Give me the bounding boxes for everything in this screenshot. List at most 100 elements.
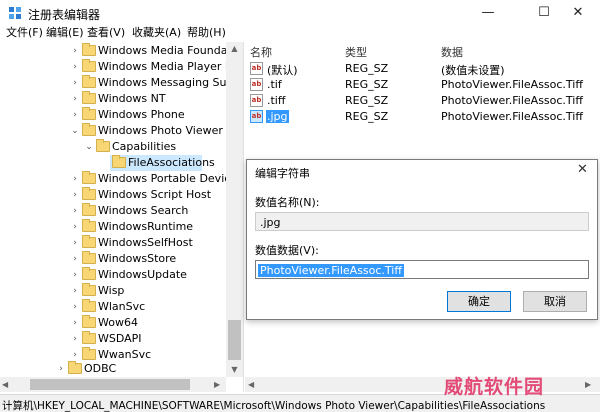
folder-icon	[112, 155, 126, 168]
value-name-field: .jpg	[255, 212, 589, 231]
tree-item-label: WindowsRuntime	[98, 220, 194, 233]
folder-icon	[82, 43, 96, 56]
chevron-right-icon[interactable]: ›	[70, 173, 80, 185]
tree-item-label: WlanSvc	[98, 300, 146, 313]
chevron-right-icon[interactable]: ›	[70, 205, 80, 217]
chevron-right-icon[interactable]: ›	[70, 253, 80, 265]
tree-item[interactable]: › WindowsSelfHost	[0, 235, 226, 251]
column-header-name[interactable]: 名称	[250, 44, 272, 60]
scroll-up-icon[interactable]: ▲	[226, 42, 243, 56]
chevron-right-icon[interactable]: ›	[70, 333, 80, 345]
chevron-right-icon[interactable]: ›	[70, 61, 80, 73]
tree-item-label: WwanSvc	[98, 348, 152, 361]
value-data: PhotoViewer.FileAssoc.Tiff	[441, 78, 583, 91]
chevron-right-icon[interactable]: ›	[70, 349, 80, 361]
value-name-text: .jpg	[260, 216, 281, 229]
tree-item[interactable]: › WindowsRuntime	[0, 219, 226, 235]
tree-item[interactable]: › WindowsStore	[0, 251, 226, 267]
tree-item[interactable]: › WSDAPI	[0, 331, 226, 347]
chevron-right-icon[interactable]: ›	[70, 301, 80, 313]
tree-item[interactable]: › Windows Portable Devices	[0, 171, 243, 187]
menu-favorites[interactable]: 收藏夹(A)	[132, 26, 181, 42]
column-header-type[interactable]: 类型	[345, 44, 367, 60]
value-name: .tif	[267, 78, 282, 91]
chevron-right-icon[interactable]: ›	[70, 285, 80, 297]
folder-icon	[82, 283, 96, 296]
scroll-down-icon[interactable]: ▼	[226, 363, 243, 377]
chevron-right-icon[interactable]: ›	[70, 221, 80, 233]
list-item[interactable]: ab .tif REG_SZ PhotoViewer.FileAssoc.Tif…	[245, 77, 600, 93]
scroll-left-icon[interactable]: ◀	[2, 377, 8, 392]
minimize-button[interactable]: —	[466, 0, 510, 26]
tree-item[interactable]: › Windows Messaging Subsys	[0, 75, 243, 91]
tree-item[interactable]: › Windows Search	[0, 203, 226, 219]
tree-item[interactable]: › WlanSvc	[0, 299, 226, 315]
tree-item-label: Wisp	[98, 284, 125, 297]
close-icon[interactable]: ✕	[577, 162, 588, 177]
tree-item[interactable]: › Wisp	[0, 283, 226, 299]
value-data: PhotoViewer.FileAssoc.Tiff	[441, 110, 583, 123]
tree-item[interactable]: › Windows NT	[0, 91, 226, 107]
tree-item[interactable]: ⌄ Windows Photo Viewer	[0, 123, 226, 139]
value-data-field[interactable]: PhotoViewer.FileAssoc.Tiff	[255, 260, 589, 279]
chevron-down-icon[interactable]: ⌄	[70, 125, 80, 137]
chevron-right-icon[interactable]: ›	[70, 77, 80, 89]
tree-item[interactable]: ⌄ Capabilities	[0, 139, 226, 155]
column-header-data[interactable]: 数据	[441, 44, 463, 60]
tree-item-label: Wow64	[98, 316, 138, 329]
tree-item[interactable]: › Windows Media Foundation	[0, 43, 243, 59]
chevron-right-icon[interactable]: ›	[56, 363, 66, 375]
key-path: 计算机\HKEY_LOCAL_MACHINE\SOFTWARE\Microsof…	[2, 400, 546, 412]
menu-bar: 文件(F) 编辑(E) 查看(V) 收藏夹(A) 帮助(H)	[0, 26, 600, 42]
list-item[interactable]: ab .tiff REG_SZ PhotoViewer.FileAssoc.Ti…	[245, 93, 600, 109]
folder-icon	[82, 315, 96, 328]
folder-icon	[82, 187, 96, 200]
list-item-selected[interactable]: ab .jpg REG_SZ PhotoViewer.FileAssoc.Tif…	[245, 109, 600, 125]
tree-item[interactable]: › Windows Phone	[0, 107, 226, 123]
value-name-label: 数值名称(N):	[255, 196, 320, 209]
tree-item[interactable]: › Windows Script Host	[0, 187, 226, 203]
scroll-thumb[interactable]	[30, 379, 190, 390]
scroll-right-icon[interactable]: ▶	[585, 377, 591, 392]
tree-item[interactable]: › WindowsUpdate	[0, 267, 226, 283]
tree-horizontal-scrollbar[interactable]: ◀ ▶	[0, 377, 226, 392]
chevron-right-icon[interactable]: ›	[70, 269, 80, 281]
chevron-right-icon[interactable]: ›	[70, 45, 80, 57]
tree-item-selected[interactable]: FileAssociations	[0, 155, 226, 171]
chevron-right-icon[interactable]: ›	[70, 109, 80, 121]
scroll-left-icon[interactable]: ◀	[248, 377, 254, 392]
chevron-down-icon[interactable]: ⌄	[84, 141, 94, 153]
value-type: REG_SZ	[345, 62, 389, 75]
tree-item-label: Windows Phone	[98, 108, 185, 121]
menu-help[interactable]: 帮助(H)	[187, 26, 226, 42]
tree-item-label: Capabilities	[112, 140, 177, 153]
chevron-right-icon[interactable]: ›	[70, 317, 80, 329]
tree-item[interactable]: › Windows Media Player NSS	[0, 59, 243, 75]
registry-tree[interactable]: › Windows Media Foundation › Windows Med…	[0, 42, 244, 392]
watermark: 威航软件园	[444, 376, 545, 398]
list-horizontal-scrollbar[interactable]: ◀ ▶	[245, 377, 600, 392]
menu-view[interactable]: 查看(V)	[87, 26, 125, 42]
value-data-text[interactable]: PhotoViewer.FileAssoc.Tiff	[258, 264, 404, 277]
ok-button[interactable]: 确定	[447, 291, 511, 312]
close-button[interactable]: ✕	[556, 0, 600, 26]
scroll-thumb[interactable]	[228, 320, 241, 360]
menu-edit[interactable]: 编辑(E)	[46, 26, 84, 42]
window-title: 注册表编辑器	[28, 8, 101, 22]
folder-icon	[82, 107, 96, 120]
tree-item[interactable]: › ODBC	[0, 361, 226, 377]
list-item[interactable]: ab (默认) REG_SZ (数值未设置)	[245, 61, 600, 77]
folder-icon	[82, 251, 96, 264]
folder-icon	[82, 219, 96, 232]
menu-file[interactable]: 文件(F)	[6, 26, 43, 42]
chevron-right-icon[interactable]: ›	[70, 237, 80, 249]
tree-item-label: Windows Search	[98, 204, 189, 217]
cancel-button[interactable]: 取消	[523, 291, 587, 312]
tree-item-label: Windows Media Player NSS	[98, 60, 244, 73]
scroll-right-icon[interactable]: ▶	[214, 377, 220, 392]
tree-item[interactable]: › Wow64	[0, 315, 226, 331]
chevron-right-icon[interactable]: ›	[70, 93, 80, 105]
folder-icon	[82, 299, 96, 312]
chevron-right-icon[interactable]: ›	[70, 189, 80, 201]
tree-vertical-scrollbar[interactable]: ▲ ▼	[226, 42, 243, 377]
